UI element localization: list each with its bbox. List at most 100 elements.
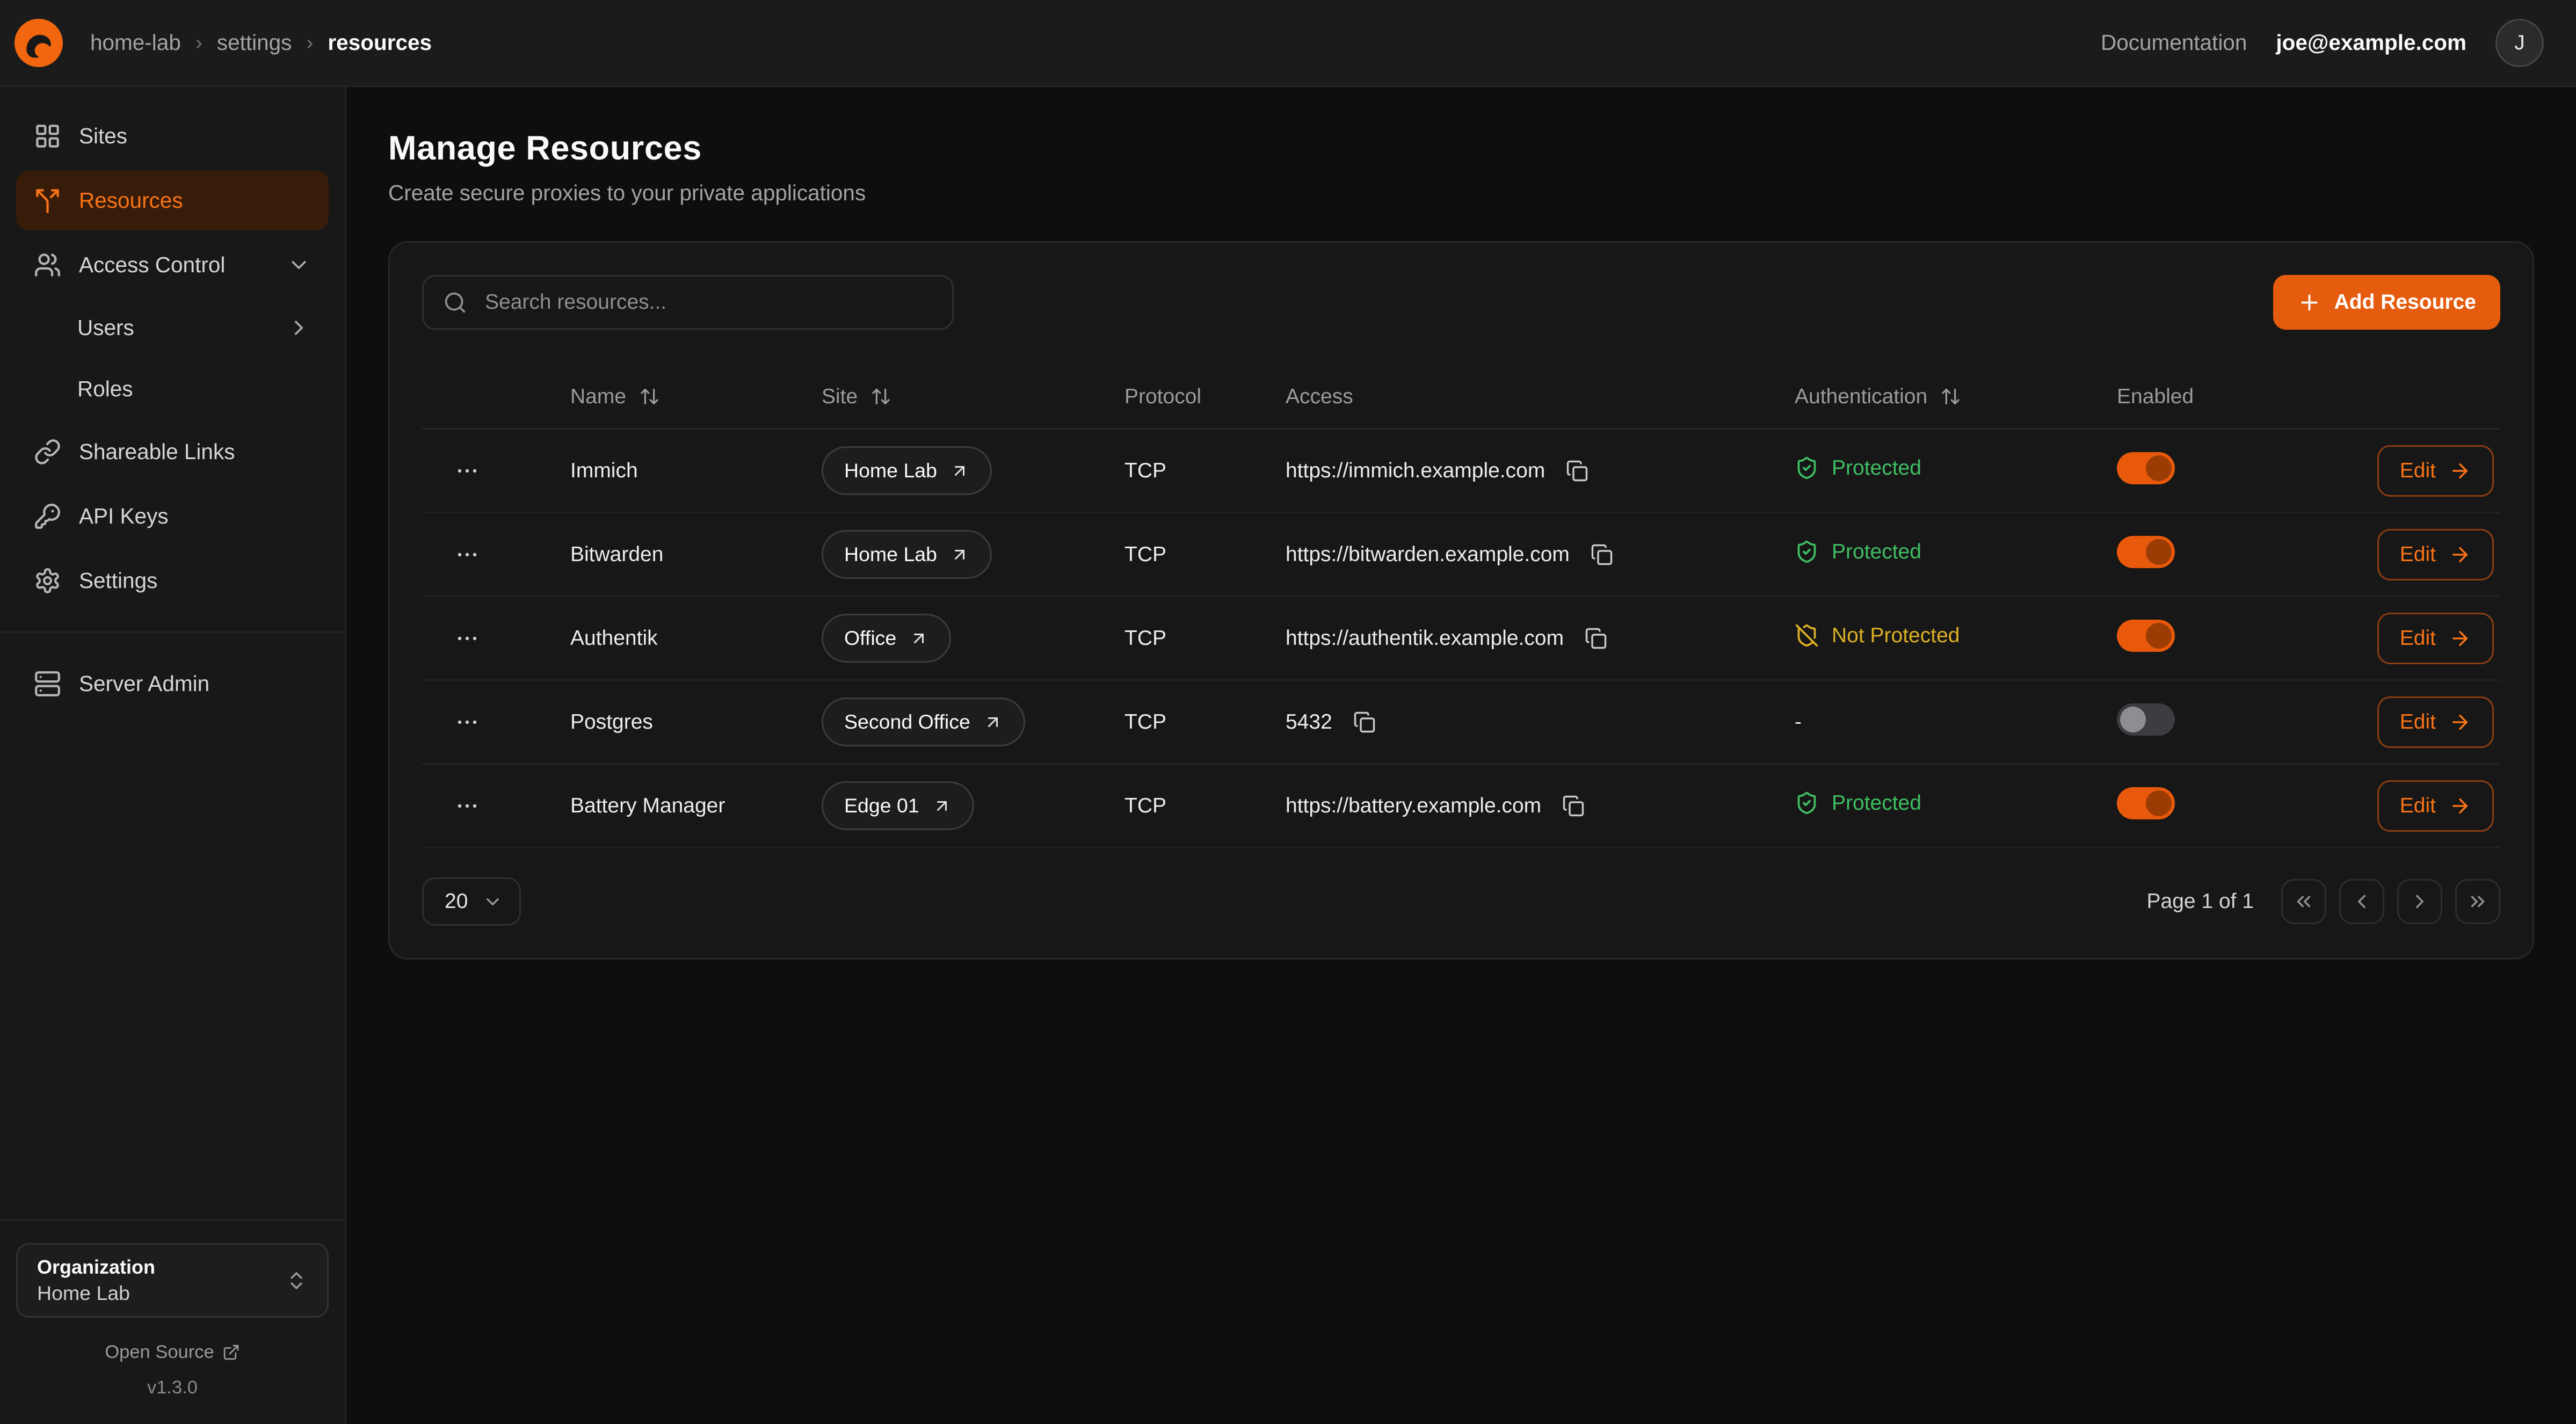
pagination: Page 1 of 1 (2147, 879, 2501, 924)
sidebar-item-access-control[interactable]: Access Control (16, 235, 329, 295)
copy-icon (1562, 795, 1585, 817)
auth-label: Protected (1832, 791, 1921, 815)
edit-button[interactable]: Edit (2377, 780, 2494, 832)
sidebar-item-sites[interactable]: Sites (16, 106, 329, 166)
header-name: Name (570, 385, 626, 409)
chevron-left-icon (2350, 890, 2373, 913)
enabled-toggle[interactable] (2117, 536, 2175, 568)
last-page-button[interactable] (2455, 879, 2500, 924)
enabled-toggle[interactable] (2117, 452, 2175, 484)
sidebar-item-server-admin[interactable]: Server Admin (16, 654, 329, 714)
breadcrumb-settings[interactable]: settings (217, 30, 292, 55)
ellipsis-icon (454, 793, 480, 819)
site-link[interactable]: Office (822, 614, 951, 663)
site-link[interactable]: Home Lab (822, 446, 992, 495)
sidebar-item-label: Shareable Links (79, 439, 235, 464)
sort-by-authentication[interactable]: Authentication (1795, 385, 1961, 409)
open-source-link[interactable]: Open Source (16, 1342, 329, 1363)
shield-off-icon (1795, 623, 1819, 648)
table-header: Name Site Protocol Access (422, 365, 2500, 430)
sort-by-site[interactable]: Site (822, 385, 891, 409)
org-select-label: Organization (37, 1256, 155, 1278)
row-actions-button[interactable] (448, 703, 487, 742)
sidebar-item-settings[interactable]: Settings (16, 551, 329, 611)
resource-name: Postgres (570, 710, 822, 734)
row-actions-button[interactable] (448, 787, 487, 825)
enabled-toggle[interactable] (2117, 620, 2175, 652)
search-input[interactable] (482, 289, 933, 316)
edit-label: Edit (2400, 794, 2436, 818)
site-link[interactable]: Second Office (822, 698, 1025, 746)
copy-button[interactable] (1587, 540, 1616, 569)
site-link[interactable]: Edge 01 (822, 781, 974, 830)
arrow-up-right-icon (950, 545, 969, 564)
sidebar-item-label: Users (77, 315, 134, 340)
copy-button[interactable] (1563, 456, 1592, 485)
edit-button[interactable]: Edit (2377, 529, 2494, 580)
site-link[interactable]: Home Lab (822, 530, 992, 579)
auth-label: Not Protected (1832, 624, 1960, 648)
page-size-select[interactable]: 20 (422, 877, 521, 926)
edit-button[interactable]: Edit (2377, 445, 2494, 497)
arrow-up-right-icon (932, 796, 952, 816)
access-value: https://battery.example.com (1286, 794, 1541, 818)
shield-check-icon (1795, 540, 1819, 564)
add-resource-button[interactable]: Add Resource (2273, 275, 2500, 330)
sidebar-item-resources[interactable]: Resources (16, 171, 329, 230)
sidebar-item-label: API Keys (79, 504, 169, 529)
auth-status-protected: Protected (1795, 791, 1921, 815)
sidebar-item-label: Server Admin (79, 671, 209, 696)
auth-label: Protected (1832, 540, 1921, 564)
sidebar-item-label: Roles (77, 376, 133, 402)
row-actions-button[interactable] (448, 452, 487, 490)
org-select-value: Home Lab (37, 1282, 155, 1305)
enabled-toggle[interactable] (2117, 703, 2175, 736)
sidebar-item-roles[interactable]: Roles (16, 361, 329, 417)
row-actions-button[interactable] (448, 619, 487, 658)
page-size-value: 20 (445, 890, 468, 913)
sidebar-item-users[interactable]: Users (16, 300, 329, 356)
row-actions-button[interactable] (448, 535, 487, 574)
header-protocol: Protocol (1124, 385, 1286, 409)
server-icon (34, 670, 61, 698)
arrow-right-icon (2449, 795, 2471, 817)
version-label: v1.3.0 (16, 1377, 329, 1398)
toggle-knob (2146, 790, 2172, 816)
organization-select[interactable]: Organization Home Lab (16, 1243, 329, 1318)
sort-by-name[interactable]: Name (570, 385, 660, 409)
copy-icon (1566, 460, 1588, 482)
copy-button[interactable] (1559, 791, 1588, 820)
copy-icon (1591, 543, 1613, 566)
copy-button[interactable] (1581, 624, 1610, 653)
search-box (422, 275, 954, 330)
first-page-button[interactable] (2281, 879, 2326, 924)
resource-name: Authentik (570, 627, 822, 650)
sidebar-item-label: Access Control (79, 252, 225, 278)
access-value: 5432 (1286, 710, 1332, 734)
site-name: Home Lab (844, 543, 937, 566)
arrow-right-icon (2449, 460, 2471, 482)
enabled-toggle[interactable] (2117, 787, 2175, 819)
user-email: joe@example.com (2276, 30, 2466, 55)
copy-icon (1585, 627, 1607, 650)
auth-status-not-protected: Not Protected (1795, 623, 1960, 648)
sidebar-item-label: Settings (79, 568, 157, 593)
sidebar-footer: Organization Home Lab Open Source v1.3.0 (0, 1219, 345, 1398)
table-row: AuthentikOfficeTCPhttps://authentik.exam… (422, 597, 2500, 681)
next-page-button[interactable] (2397, 879, 2442, 924)
sidebar-divider (0, 631, 345, 633)
prev-page-button[interactable] (2339, 879, 2384, 924)
copy-button[interactable] (1350, 708, 1379, 737)
access-value: https://bitwarden.example.com (1286, 543, 1570, 566)
breadcrumb-org[interactable]: home-lab (90, 30, 181, 55)
protocol-value: TCP (1124, 543, 1286, 566)
edit-button[interactable]: Edit (2377, 696, 2494, 748)
grid-icon (34, 122, 61, 150)
topbar: home-lab › settings › resources Document… (0, 0, 2576, 87)
documentation-link[interactable]: Documentation (2101, 30, 2247, 55)
sidebar-item-shareable-links[interactable]: Shareable Links (16, 422, 329, 482)
sidebar-item-api-keys[interactable]: API Keys (16, 486, 329, 546)
edit-button[interactable]: Edit (2377, 613, 2494, 664)
avatar[interactable]: J (2495, 19, 2544, 67)
table-row: BitwardenHome LabTCPhttps://bitwarden.ex… (422, 513, 2500, 597)
